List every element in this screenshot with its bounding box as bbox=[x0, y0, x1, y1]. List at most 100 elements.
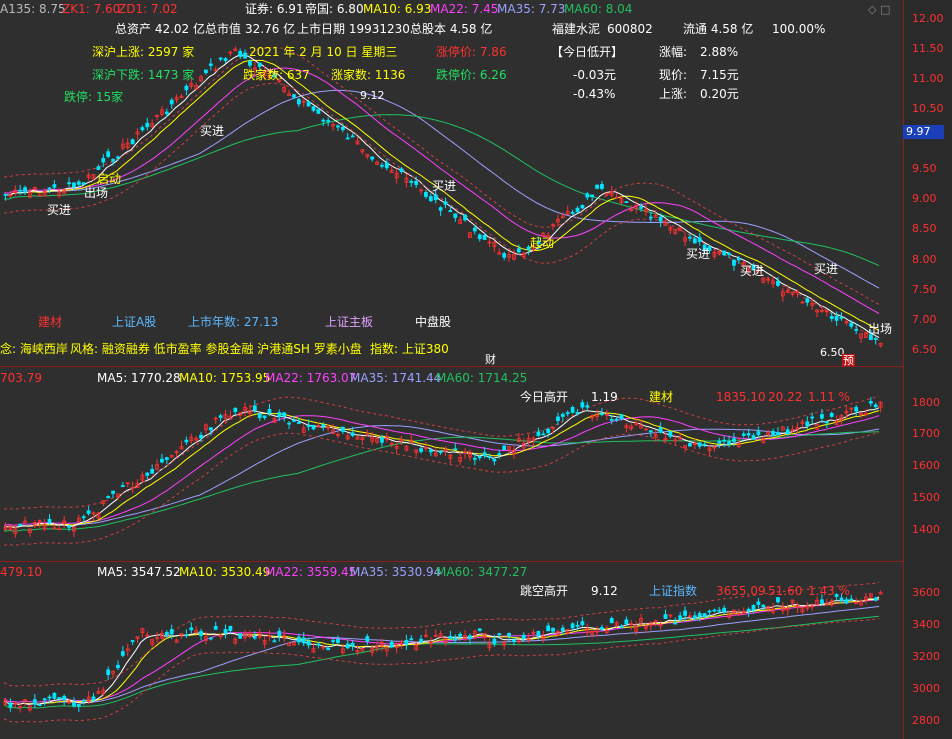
restore-icon[interactable]: □ bbox=[880, 3, 890, 16]
concept-tag[interactable]: 念: 海峡西岸 bbox=[0, 342, 68, 356]
candle-body bbox=[199, 631, 203, 636]
ma10-line bbox=[3, 59, 880, 331]
candle-body bbox=[272, 640, 277, 643]
candle-body bbox=[658, 427, 663, 433]
candle-body bbox=[72, 702, 76, 707]
candle-body bbox=[727, 253, 731, 255]
candle-body bbox=[678, 615, 683, 620]
index-change-pct: 1.43 % bbox=[808, 584, 850, 598]
candle-body bbox=[741, 433, 746, 436]
style-tag[interactable]: 风格: 融资融券 低市盈率 参股金融 沪港通SH 罗素小盘 bbox=[70, 342, 362, 356]
exit-label-2: 出场 bbox=[868, 322, 893, 336]
candle-body bbox=[453, 448, 458, 451]
candle-body bbox=[609, 419, 614, 421]
candle-body bbox=[751, 435, 756, 440]
candle-body bbox=[23, 187, 27, 193]
candle-body bbox=[243, 52, 247, 59]
candle-body bbox=[673, 622, 678, 625]
candle-body bbox=[482, 452, 487, 456]
candle-body bbox=[116, 664, 120, 669]
candle-body bbox=[37, 704, 42, 707]
candle-body bbox=[47, 696, 52, 699]
ma60-line bbox=[3, 615, 880, 709]
candle-body bbox=[111, 490, 115, 494]
main-board-tag[interactable]: 上证主板 bbox=[325, 315, 373, 329]
index-ma5: MA5: 3547.52 bbox=[97, 565, 181, 579]
axis-tick: 10.50 bbox=[912, 102, 944, 115]
candle-body bbox=[820, 599, 824, 604]
candle-body bbox=[619, 414, 624, 420]
total-assets: 总资产 42.02 亿 bbox=[115, 22, 205, 36]
sector-tag[interactable]: 建材 bbox=[38, 315, 62, 329]
candle-body bbox=[458, 633, 463, 637]
candle-body bbox=[106, 496, 111, 499]
candle-body bbox=[311, 424, 316, 430]
candle-body bbox=[345, 137, 350, 140]
candle-body bbox=[732, 438, 736, 442]
zk1-readout: ZK1: 7.60 bbox=[62, 2, 121, 16]
mid-cap-tag[interactable]: 中盘股 bbox=[415, 315, 451, 329]
market-index-panel[interactable]: 479.10 MA5: 3547.52 MA10: 3530.49 MA22: … bbox=[0, 562, 903, 739]
candle-body bbox=[350, 432, 355, 436]
candle-body bbox=[52, 692, 57, 699]
open-diff: -0.03元 bbox=[573, 68, 617, 82]
candle-body bbox=[516, 248, 521, 253]
candle-body bbox=[824, 421, 829, 424]
candle-body bbox=[477, 234, 482, 240]
change-pct-label: 涨幅: bbox=[659, 45, 688, 59]
candle-body bbox=[472, 457, 477, 460]
listing-date: 上市日期 19931230 bbox=[297, 22, 410, 36]
sector-ma60: MA60: 1714.25 bbox=[436, 371, 528, 385]
current-price: 7.15元 bbox=[700, 68, 739, 82]
candle-body bbox=[184, 439, 189, 443]
candle-body bbox=[521, 634, 526, 639]
candle-body bbox=[600, 413, 604, 416]
candle-body bbox=[228, 625, 233, 632]
axis-tick: 3400 bbox=[912, 618, 940, 631]
ma35-readout: MA35: 7.73 bbox=[497, 2, 566, 16]
candle-body bbox=[86, 510, 91, 514]
today-high-open: 今日高开 bbox=[520, 390, 569, 404]
candle-body bbox=[47, 187, 52, 190]
candle-body bbox=[805, 421, 810, 427]
lower-band-line bbox=[3, 432, 880, 546]
candle-body bbox=[614, 418, 619, 421]
candle-body bbox=[404, 640, 409, 645]
trade-date: 2021 年 2 月 10 日 星期三 bbox=[249, 45, 398, 59]
candle-body bbox=[443, 201, 448, 205]
candle-body bbox=[399, 168, 404, 172]
finance-marker[interactable]: 财 bbox=[485, 353, 496, 367]
candle-body bbox=[834, 315, 839, 321]
diguo-readout: 帝国: 6.80 bbox=[305, 2, 364, 16]
diamond-icon[interactable]: ◇ bbox=[868, 3, 876, 16]
candle-body bbox=[453, 637, 458, 641]
limit-up-count: 跌停: 15家 bbox=[64, 90, 124, 104]
window-controls[interactable]: ◇ □ bbox=[868, 3, 890, 16]
index-name: 上证指数 bbox=[649, 584, 698, 598]
candle-body bbox=[785, 429, 790, 434]
candle-body bbox=[252, 636, 257, 639]
candle-body bbox=[590, 194, 595, 198]
index-tag[interactable]: 指数: 上证380 bbox=[370, 342, 449, 356]
buy-label-3: 买进 bbox=[686, 247, 711, 261]
candle-body bbox=[96, 166, 101, 170]
candle-body bbox=[72, 182, 76, 188]
candle-body bbox=[648, 430, 653, 433]
candle-body bbox=[296, 422, 301, 424]
candle-body bbox=[257, 62, 262, 67]
change-pct: 2.88% bbox=[700, 45, 739, 59]
main-price-panel[interactable]: A135: 8.75 ZK1: 7.60 ZD1: 7.02 证券: 6.91 … bbox=[0, 0, 903, 368]
rise-val: 0.20元 bbox=[700, 87, 739, 101]
candle-body bbox=[409, 180, 414, 183]
axis-tick: 1700 bbox=[912, 427, 940, 440]
candle-body bbox=[639, 206, 643, 209]
axis-tick: 8.50 bbox=[912, 222, 937, 235]
candle-body bbox=[326, 120, 331, 122]
candle-body bbox=[306, 424, 311, 428]
candle-body bbox=[428, 449, 433, 453]
stock-chart-window: A135: 8.75 ZK1: 7.60 ZD1: 7.02 证券: 6.91 … bbox=[0, 0, 952, 739]
sector-index-panel[interactable]: 703.79 MA5: 1770.28 MA10: 1753.95 MA22: … bbox=[0, 367, 903, 560]
candle-body bbox=[697, 237, 702, 242]
index-ma10: MA10: 3530.49 bbox=[179, 565, 271, 579]
board-a-tag[interactable]: 上证A股 bbox=[112, 315, 156, 329]
